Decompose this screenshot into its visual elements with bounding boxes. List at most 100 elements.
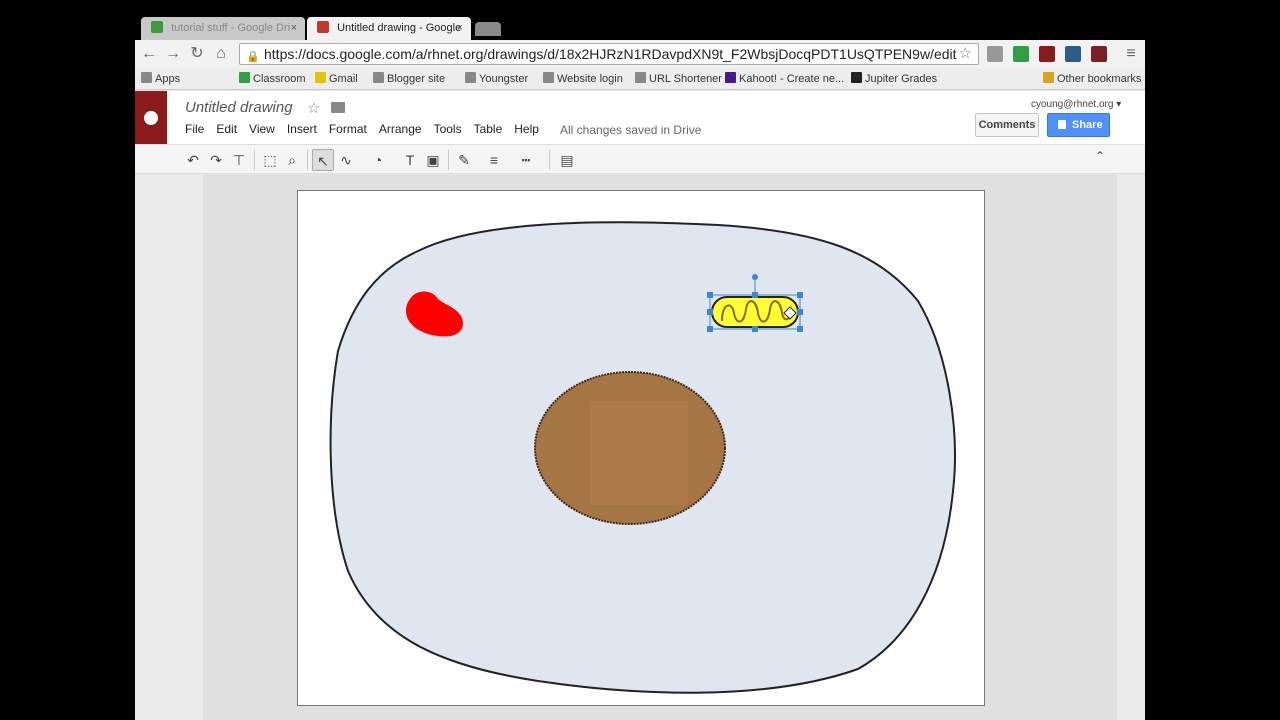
line-icon[interactable]: ∿ <box>335 149 357 171</box>
kahoot-icon <box>725 72 736 83</box>
select-icon[interactable]: ↖ <box>312 149 334 171</box>
undo-icon[interactable]: ↶ <box>182 149 204 171</box>
doc-title[interactable]: Untitled drawing <box>185 99 293 116</box>
bookmark-icon <box>635 72 646 83</box>
menu-table[interactable]: Table <box>474 122 503 136</box>
reload-icon[interactable]: ↻ <box>187 44 207 64</box>
bookmark-kahoot[interactable]: Kahoot! - Create ne... <box>725 72 844 86</box>
back-icon[interactable]: ← <box>139 44 159 64</box>
lock-icon <box>1058 120 1066 129</box>
drive-icon[interactable] <box>1013 46 1029 62</box>
bookmark-blogger[interactable]: Blogger site <box>373 72 445 86</box>
line-weight-icon[interactable]: ≡ <box>483 149 505 171</box>
menu-edit[interactable]: Edit <box>216 122 237 136</box>
tab-untitled-drawing[interactable]: Untitled drawing - Google × <box>307 17 471 40</box>
menu-icon[interactable]: ≡ <box>1121 44 1141 64</box>
bookmark-youngster[interactable]: Youngster <box>465 72 528 86</box>
bookmark-website-login[interactable]: Website login <box>543 72 623 86</box>
menu-file[interactable]: File <box>185 122 204 136</box>
menu-bar: File Edit View Insert Format Arrange Tools Tabl… <box>185 122 551 136</box>
menu-help[interactable]: Help <box>514 122 539 136</box>
bookmark-icon <box>315 72 326 83</box>
bookmark-other[interactable]: Other bookmarks <box>1043 72 1141 86</box>
account-menu[interactable]: cyoung@rhnet.org ▾ <box>1031 99 1121 110</box>
tab-tutorial-stuff[interactable]: tutorial stuff - Google Dri × <box>141 17 305 40</box>
menu-arrange[interactable]: Arrange <box>379 122 422 136</box>
share-button[interactable]: Share <box>1047 113 1110 137</box>
bookmark-apps[interactable]: Apps <box>141 72 180 86</box>
redo-icon[interactable]: ↷ <box>205 149 227 171</box>
bookmark-icon <box>543 72 554 83</box>
collapse-icon[interactable]: ⌃ <box>1095 149 1105 163</box>
save-status: All changes saved in Drive <box>560 123 702 137</box>
comments-button[interactable]: Comments <box>975 113 1039 137</box>
rotate-handle[interactable] <box>752 274 758 280</box>
resize-handle[interactable] <box>707 326 713 332</box>
resize-handle[interactable] <box>752 292 758 298</box>
menu-insert[interactable]: Insert <box>287 122 317 136</box>
dropdown-arrow-icon: ▾ <box>1116 99 1122 110</box>
home-icon[interactable]: ⌂ <box>211 44 231 64</box>
resize-handle[interactable] <box>707 292 713 298</box>
bookmark-jupiter-grades[interactable]: Jupiter Grades <box>851 72 937 86</box>
resize-handle[interactable] <box>707 309 713 315</box>
drawings-favicon-icon <box>317 21 329 33</box>
app-header: Untitled drawing ☆ File Edit View Insert For… <box>135 91 1145 144</box>
nucleus-highlight <box>590 401 688 505</box>
menu-tools[interactable]: Tools <box>434 122 462 136</box>
drawing-page[interactable] <box>297 190 985 706</box>
close-tab-icon[interactable]: × <box>457 17 463 40</box>
close-tab-icon[interactable]: × <box>291 17 297 40</box>
cast-icon[interactable] <box>987 46 1003 62</box>
forward-icon[interactable]: → <box>163 44 183 64</box>
tab-title: Untitled drawing - Google <box>337 22 462 34</box>
bookmark-icon <box>373 72 384 83</box>
drawings-logo-icon <box>144 111 158 125</box>
new-tab-button[interactable] <box>475 22 501 36</box>
resize-handle[interactable] <box>797 309 803 315</box>
jupiter-icon <box>851 72 862 83</box>
toolbar-divider <box>448 150 449 170</box>
address-bar[interactable]: 🔒 https://docs.google.com/a/rhnet.org/dr… <box>239 43 979 65</box>
classroom-icon <box>239 72 250 83</box>
bookmark-url-shortener[interactable]: URL Shortener <box>635 72 722 86</box>
resize-handle[interactable] <box>797 292 803 298</box>
zoom-icon[interactable]: ⌕ <box>281 149 303 171</box>
extension-icon[interactable] <box>1039 46 1055 62</box>
bookmarks-bar: Apps Classroom Gmail Blogger site Youngs… <box>135 68 1145 90</box>
tab-strip: tutorial stuff - Google Dri × Untitled d… <box>135 0 1145 40</box>
bookmark-gmail[interactable]: Gmail <box>315 72 358 86</box>
toolbar-divider <box>549 150 550 170</box>
drive-favicon-icon <box>151 21 163 33</box>
bookmark-star-icon[interactable]: ☆ <box>959 44 972 64</box>
menu-view[interactable]: View <box>249 122 275 136</box>
url-text: https://docs.google.com/a/rhnet.org/draw… <box>264 46 957 62</box>
resize-handle[interactable] <box>752 326 758 332</box>
resize-handle[interactable] <box>797 326 803 332</box>
menu-format[interactable]: Format <box>329 122 367 136</box>
folder-icon[interactable] <box>331 102 345 113</box>
star-icon[interactable]: ☆ <box>307 99 320 117</box>
comment-icon[interactable]: ▤ <box>556 149 578 171</box>
extension-icon[interactable] <box>1091 46 1107 62</box>
toolbar-divider <box>254 150 255 170</box>
line-dash-icon[interactable]: ┅ <box>515 149 537 171</box>
extension-icon[interactable] <box>1065 46 1081 62</box>
textbox-icon[interactable]: T <box>399 149 421 171</box>
browser-toolbar: ← → ↻ ⌂ 🔒 https://docs.google.com/a/rhne… <box>135 40 1145 68</box>
bookmark-icon <box>465 72 476 83</box>
shape-icon[interactable]: ◔ <box>367 149 389 171</box>
image-icon[interactable]: ▣ <box>422 149 444 171</box>
drawing-toolbar: ↶ ↷ ⊤ ⬚ ⌕ ↖ ∿ ◔ T ▣ ✎ ≡ ┅ ▤ ⌃ <box>135 144 1145 174</box>
drawing-svg <box>329 221 956 694</box>
line-color-icon[interactable]: ✎ <box>453 149 475 171</box>
drawings-logo[interactable] <box>135 91 167 144</box>
tab-title: tutorial stuff - Google Dri <box>171 22 291 34</box>
apps-icon <box>141 72 152 83</box>
folder-icon <box>1043 72 1054 83</box>
paint-format-icon[interactable]: ⊤ <box>228 149 250 171</box>
zoom-fit-icon[interactable]: ⬚ <box>259 149 281 171</box>
lock-icon: 🔒 <box>246 51 260 63</box>
toolbar-divider <box>307 150 308 170</box>
bookmark-classroom[interactable]: Classroom <box>239 72 306 86</box>
